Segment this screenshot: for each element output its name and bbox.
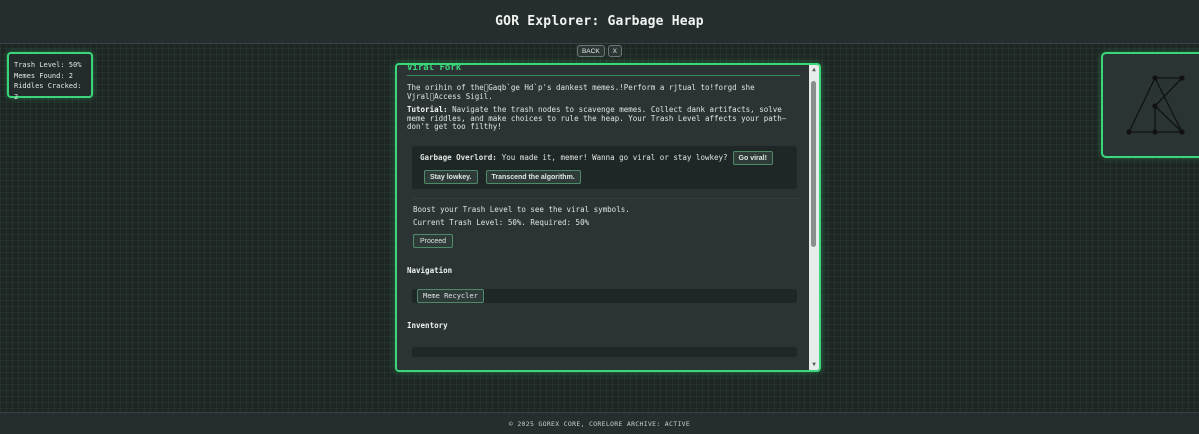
map-node bbox=[1152, 103, 1158, 109]
map-node bbox=[1179, 75, 1185, 81]
riddles-cracked-stat: Riddles Cracked: 2 bbox=[14, 82, 82, 101]
close-button[interactable]: X bbox=[607, 45, 623, 57]
node-map-graph bbox=[1126, 75, 1185, 135]
dialog-box: Garbage Overlord: You made it, memer! Wa… bbox=[412, 145, 797, 189]
inventory-list bbox=[412, 346, 797, 357]
top-nav: BACK X bbox=[0, 44, 1199, 58]
page-title: GOR Explorer: Garbage Heap bbox=[495, 14, 704, 29]
dialog-text: You made it, memer! Wanna go viral or st… bbox=[501, 153, 728, 162]
boost-section: Boost your Trash Level to see the viral … bbox=[412, 197, 802, 254]
map-node bbox=[1152, 75, 1158, 81]
app-header: GOR Explorer: Garbage Heap bbox=[0, 0, 1199, 44]
scroll-up-icon[interactable]: ▲ bbox=[811, 67, 817, 73]
panel-content: Viral Fork The orihin of the Gaqb`ge Hd`… bbox=[397, 65, 809, 370]
inventory-heading: Inventory bbox=[407, 320, 448, 330]
go-viral-button[interactable]: Go viral! bbox=[732, 150, 773, 165]
footer: © 2025 GOREX CORE, CORELORE ARCHIVE: ACT… bbox=[0, 412, 1199, 434]
nav-item-meme-recycler[interactable]: Meme Recycler bbox=[417, 288, 484, 303]
navigation-list: Meme Recycler bbox=[412, 288, 797, 303]
boost-message: Boost your Trash Level to see the viral … bbox=[413, 204, 630, 214]
trash-level-status: Current Trash Level: 50%. Required: 50% bbox=[413, 218, 590, 227]
footer-text: © 2025 GOREX CORE, CORELORE ARCHIVE: ACT… bbox=[508, 419, 691, 428]
back-button[interactable]: BACK bbox=[576, 45, 605, 57]
main-panel: Viral Fork The orihin of the Gaqb`ge Hd`… bbox=[395, 63, 821, 372]
stats-panel: Trash Level: 50% Memes Found: 2 Riddles … bbox=[7, 52, 93, 101]
stay-lowkey-button[interactable]: Stay lowkey. bbox=[424, 169, 478, 184]
intro-text: The orihin of the Gaqb`ge Hd`p's dankest… bbox=[407, 83, 755, 101]
tutorial-body: Navigate the trash nodes to scavenge mem… bbox=[407, 105, 787, 131]
map-node bbox=[1179, 129, 1185, 135]
panel-title: Viral Fork bbox=[407, 65, 800, 76]
map-node bbox=[1152, 129, 1158, 135]
transcend-algorithm-button[interactable]: Transcend the algorithm. bbox=[485, 169, 581, 184]
minimap[interactable] bbox=[1101, 52, 1199, 158]
scroll-thumb[interactable] bbox=[811, 81, 816, 247]
navigation-heading: Navigation bbox=[407, 265, 453, 275]
map-node bbox=[1126, 129, 1132, 135]
scroll-down-icon[interactable]: ▼ bbox=[811, 362, 817, 368]
dialog-speaker: Garbage Overlord: bbox=[420, 153, 497, 162]
proceed-button[interactable]: Proceed bbox=[413, 233, 454, 248]
panel-scrollbar[interactable]: ▲ ▼ bbox=[809, 65, 819, 370]
memes-found-stat: Memes Found: 2 bbox=[14, 71, 74, 80]
tutorial-text: Tutorial: Navigate the trash nodes to sc… bbox=[407, 105, 799, 132]
trash-level-stat: Trash Level: 50% bbox=[14, 61, 82, 69]
